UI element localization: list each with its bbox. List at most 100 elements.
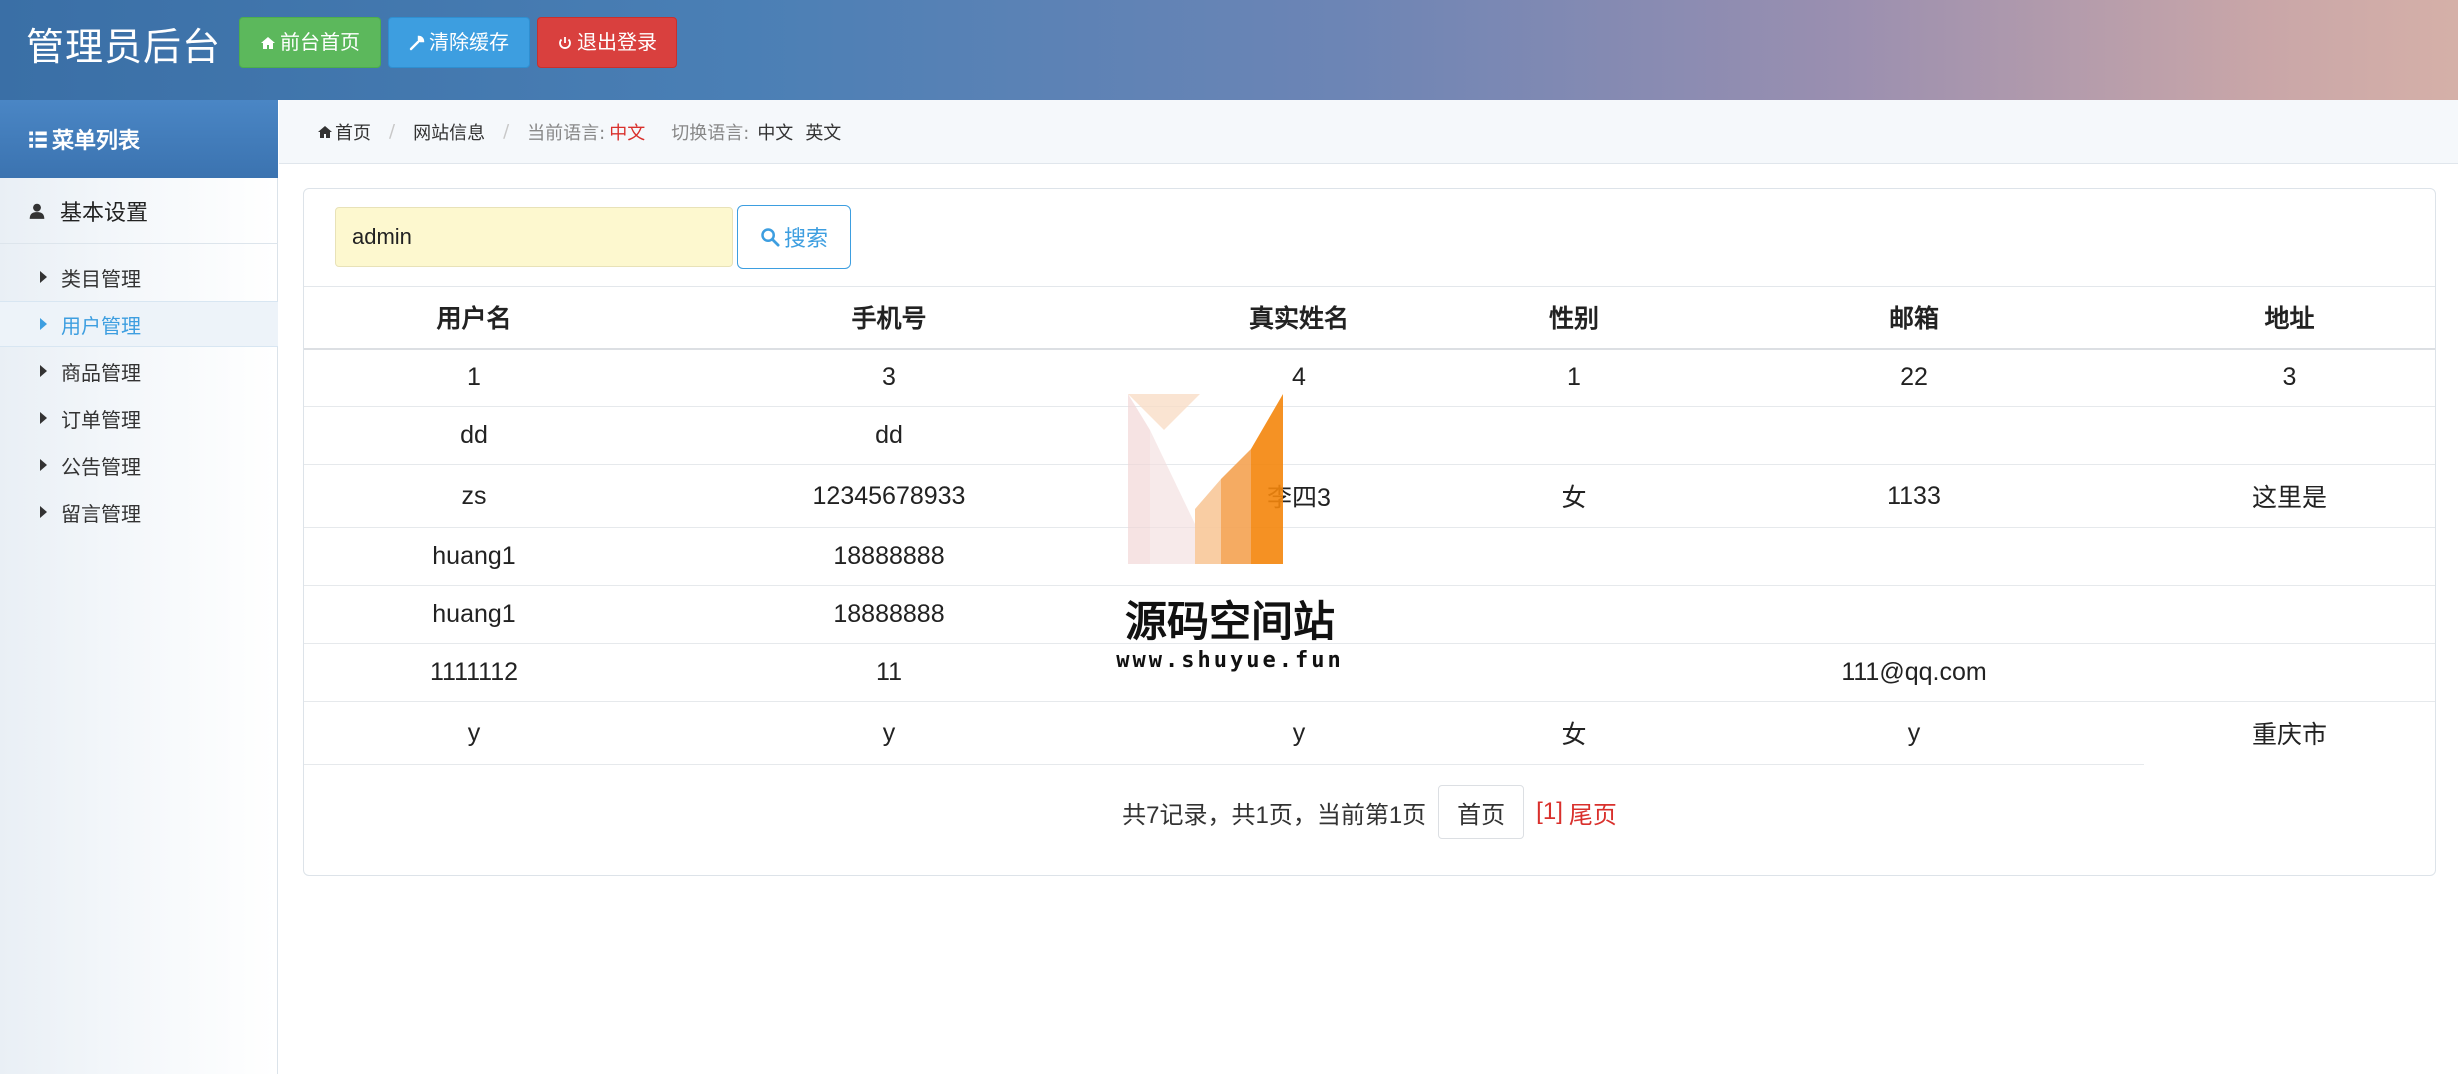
menu-group-label: 基本设置 xyxy=(60,200,149,226)
cell-phone: 18888888 xyxy=(644,585,1134,644)
pagination: 共7记录，共1页，当前第1页 首页 [1] 尾页 xyxy=(304,785,2435,839)
cell-email: y xyxy=(1684,701,2144,765)
caret-right-icon xyxy=(40,412,47,424)
menu-heading: 菜单列表 xyxy=(0,100,278,178)
cell-username: 1 xyxy=(304,348,644,407)
home-icon xyxy=(261,36,275,49)
column-header-username: 用户名 xyxy=(304,286,644,350)
last-page-link[interactable]: 尾页 xyxy=(1569,795,1617,830)
cell-gender xyxy=(1464,643,1684,702)
search-input[interactable] xyxy=(335,207,733,267)
cell-username: y xyxy=(304,701,644,765)
language-option-chinese[interactable]: 中文 xyxy=(757,119,793,145)
clear-cache-button[interactable]: 清除缓存 xyxy=(388,17,530,68)
sidebar-item-products[interactable]: 商品管理 xyxy=(0,348,278,394)
search-button-label: 搜索 xyxy=(783,227,828,252)
app-title: 管理员后台 xyxy=(26,25,222,69)
column-header-email: 邮箱 xyxy=(1684,286,2144,350)
table-row: 1 3 4 1 22 3 xyxy=(304,348,2435,407)
cell-gender: 女 xyxy=(1464,464,1684,528)
cell-real-name: y xyxy=(1134,701,1464,765)
breadcrumb-separator: / xyxy=(389,121,396,142)
cell-address xyxy=(2144,585,2435,644)
sidebar-item-category[interactable]: 类目管理 xyxy=(0,254,278,300)
cell-address xyxy=(2144,527,2435,586)
cell-username: huang1 xyxy=(304,585,644,644)
sidebar-item-messages[interactable]: 留言管理 xyxy=(0,489,278,535)
first-page-button[interactable]: 首页 xyxy=(1438,785,1525,839)
cell-gender xyxy=(1464,406,1684,465)
cell-email: 1133 xyxy=(1684,464,2144,528)
cell-address: 重庆市 xyxy=(2251,721,2327,750)
watermark-url: www.shuyue.fun xyxy=(1116,648,1344,673)
cell-email: 22 xyxy=(1684,348,2144,407)
search-button[interactable]: 搜索 xyxy=(737,205,851,269)
column-header-address: 地址 xyxy=(2144,286,2435,350)
cell-email xyxy=(1684,406,2144,465)
cell-gender: 女 xyxy=(1464,701,1684,765)
logout-button[interactable]: 退出登录 xyxy=(537,17,677,68)
cell-phone: 11 xyxy=(644,643,1134,702)
table-row: dd dd xyxy=(304,406,2435,465)
wrench-icon xyxy=(409,35,425,50)
cell-username: 1111112 xyxy=(304,643,644,702)
home-icon xyxy=(318,125,332,138)
table-row: zs 12345678933 李四3 女 1133 这里是 xyxy=(304,464,2435,528)
menu-group-basic-settings[interactable]: 基本设置 xyxy=(0,178,278,244)
current-language-value: 中文 xyxy=(609,122,646,144)
cell-gender xyxy=(1464,527,1684,586)
frontend-home-button[interactable]: 前台首页 xyxy=(239,17,381,68)
sidebar-item-label: 类目管理 xyxy=(61,266,141,291)
cell-address: 这里是 xyxy=(2144,464,2435,528)
caret-right-icon xyxy=(40,459,47,471)
cell-address xyxy=(2144,643,2435,702)
sidebar-item-label: 订单管理 xyxy=(61,407,141,432)
user-icon xyxy=(29,203,45,219)
sidebar-item-label: 公告管理 xyxy=(61,454,141,479)
breadcrumb-separator: / xyxy=(503,121,510,142)
cell-username: dd xyxy=(304,406,644,465)
cell-real-name: 4 xyxy=(1134,348,1464,407)
caret-right-icon xyxy=(40,506,47,518)
cell-real-name xyxy=(1134,406,1464,465)
menu-heading-label: 菜单列表 xyxy=(52,129,141,154)
search-icon xyxy=(761,228,780,247)
cell-email xyxy=(1684,585,2144,644)
cell-phone: y xyxy=(644,701,1134,765)
logout-label: 退出登录 xyxy=(577,30,657,54)
table-row: huang1 18888888 xyxy=(304,585,2435,644)
sidebar-item-label: 商品管理 xyxy=(61,360,141,385)
cell-real-name: 李四3 xyxy=(1134,464,1464,528)
breadcrumb-site-info[interactable]: 网站信息 xyxy=(413,119,485,145)
clear-cache-label: 清除缓存 xyxy=(429,30,509,54)
users-panel: 搜索 用户名 手机号 真实姓名 性别 邮箱 地址 1 3 4 1 22 3 xyxy=(303,188,2436,876)
sidebar-item-orders[interactable]: 订单管理 xyxy=(0,395,278,441)
cell-gender: 1 xyxy=(1464,348,1684,407)
cell-username: zs xyxy=(304,464,644,528)
sidebar: 菜单列表 基本设置 类目管理 用户管理 商品管理 订单管理 公告管理 留言管理 xyxy=(0,100,278,1074)
power-icon xyxy=(559,36,571,49)
pagination-summary: 共7记录，共1页，当前第1页 xyxy=(1122,801,1427,829)
watermark-title: 源码空间站 xyxy=(1124,597,1335,646)
cell-phone: 18888888 xyxy=(644,527,1134,586)
sidebar-item-users[interactable]: 用户管理 xyxy=(0,301,278,347)
current-page-link[interactable]: [1] xyxy=(1536,798,1563,826)
cell-email xyxy=(1684,527,2144,586)
language-option-english[interactable]: 英文 xyxy=(805,119,841,145)
column-header-gender: 性别 xyxy=(1464,286,1684,350)
breadcrumb-home-link[interactable]: 首页 xyxy=(335,119,371,145)
cell-phone: 12345678933 xyxy=(644,464,1134,528)
caret-right-icon xyxy=(40,271,47,283)
top-header: 管理员后台 前台首页 清除缓存 退出登录 xyxy=(0,0,2458,100)
table-header-row: 用户名 手机号 真实姓名 性别 邮箱 地址 xyxy=(304,286,2435,350)
column-header-real-name: 真实姓名 xyxy=(1134,286,1464,350)
frontend-home-label: 前台首页 xyxy=(280,30,360,54)
cell-address xyxy=(2144,406,2435,465)
sidebar-item-announcements[interactable]: 公告管理 xyxy=(0,442,278,488)
column-header-phone: 手机号 xyxy=(644,286,1134,350)
breadcrumb: 首页 / 网站信息 / 当前语言: 中文 切换语言: 中文 英文 xyxy=(279,100,2458,164)
cell-email: 111@qq.com xyxy=(1684,643,2144,702)
cell-phone: dd xyxy=(644,406,1134,465)
list-icon xyxy=(29,131,47,148)
table-row: y y y 女 y 重庆市 xyxy=(304,701,2435,765)
